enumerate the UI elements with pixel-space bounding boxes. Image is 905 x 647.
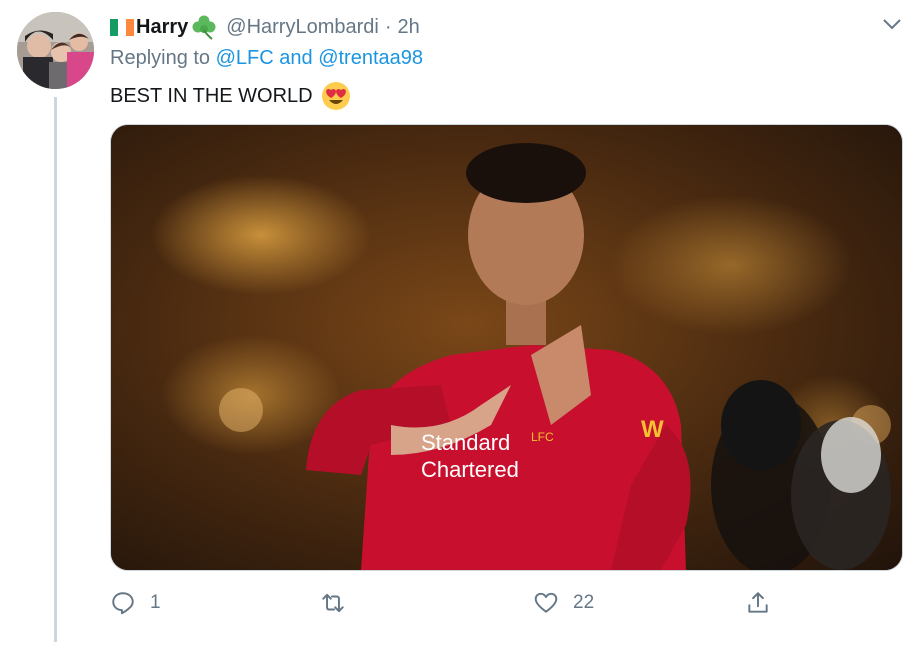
chevron-down-icon[interactable] xyxy=(880,12,904,36)
tweet-photo[interactable]: Standard Chartered W LFC xyxy=(110,124,903,571)
share-icon xyxy=(748,592,768,613)
like-count: 22 xyxy=(573,592,595,613)
shirt-text-chartered: Chartered xyxy=(421,457,519,482)
player-photo: Standard Chartered W LFC xyxy=(111,125,902,570)
club-crest: LFC xyxy=(531,430,554,444)
user-handle[interactable]: @HarryLombardi xyxy=(226,16,379,39)
replying-to: Replying to @LFC and @trentaa98 xyxy=(110,47,423,70)
retweet-button[interactable] xyxy=(320,585,360,621)
thread-line xyxy=(54,97,57,642)
display-name[interactable]: Harry xyxy=(136,16,188,39)
retweet-icon xyxy=(322,593,344,613)
reply-count: 1 xyxy=(150,592,161,613)
like-button[interactable]: 22 xyxy=(533,585,594,621)
replying-prefix: Replying to xyxy=(110,47,211,69)
tweet-text: BEST IN THE WORLD xyxy=(110,81,351,111)
separator-dot: · xyxy=(384,15,392,38)
shirt-text-standard: Standard xyxy=(421,430,510,455)
tweet-actions: 1 22 xyxy=(0,585,905,621)
heart-eyes-emoji-icon xyxy=(321,82,350,110)
avatar[interactable] xyxy=(17,12,94,89)
tweet-body: BEST IN THE WORLD xyxy=(110,84,313,107)
reply-button[interactable]: 1 xyxy=(110,585,161,621)
shamrock-icon xyxy=(192,15,216,40)
tweet-header: Harry @HarryLombardi · 2h xyxy=(110,14,420,40)
sponsor-logo: W xyxy=(641,416,664,443)
reply-icon xyxy=(112,592,134,615)
avatar-photo xyxy=(17,12,94,89)
replying-to-users-link[interactable]: @LFC and @trentaa98 xyxy=(216,47,423,69)
heart-icon xyxy=(534,592,558,613)
share-button[interactable] xyxy=(745,585,771,621)
ireland-flag-icon xyxy=(110,18,134,36)
timestamp[interactable]: 2h xyxy=(398,16,420,39)
